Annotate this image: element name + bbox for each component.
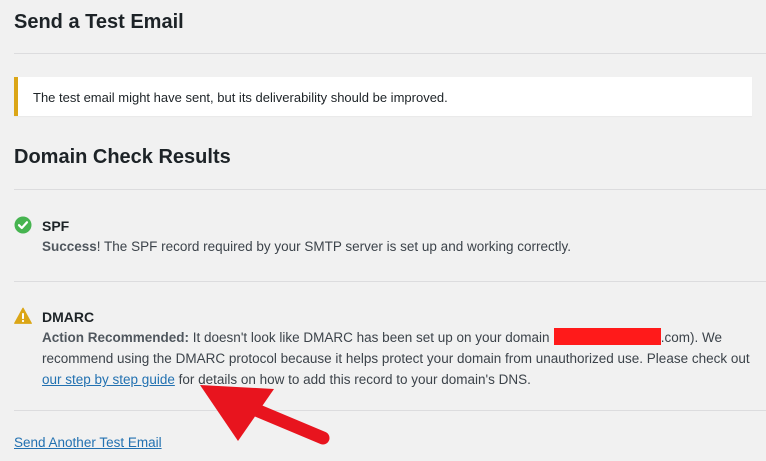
check-dmarc-body: Action Recommended: It doesn't look like… (42, 327, 762, 390)
divider (14, 189, 766, 190)
check-spf-text: ! The SPF record required by your SMTP s… (96, 239, 571, 254)
check-dmarc-title: DMARC (42, 309, 95, 325)
redacted-domain (553, 328, 661, 345)
deliverability-notice: The test email might have sent, but its … (14, 77, 752, 116)
check-circle-icon (14, 216, 32, 234)
status-label: Action Recommended: (42, 330, 190, 345)
divider (14, 410, 766, 411)
warning-icon (14, 307, 32, 324)
status-label: Success (42, 239, 97, 254)
divider (14, 53, 766, 54)
check-spf-title: SPF (42, 218, 70, 234)
check-spf-body: Success! The SPF record required by your… (42, 236, 762, 257)
step-by-step-guide-link[interactable]: our step by step guide (42, 372, 175, 387)
divider (14, 281, 766, 282)
annotation-arrow-icon (200, 385, 330, 445)
notice-text: The test email might have sent, but its … (33, 90, 448, 105)
send-another-test-email-link[interactable]: Send Another Test Email (14, 435, 162, 450)
check-dmarc-text: It doesn't look like DMARC has been set … (189, 330, 558, 345)
send-test-email-title: Send a Test Email (14, 11, 184, 33)
email-test-page: Send a Test Email The test email might h… (0, 0, 766, 461)
domain-check-results-title: Domain Check Results (14, 146, 231, 168)
